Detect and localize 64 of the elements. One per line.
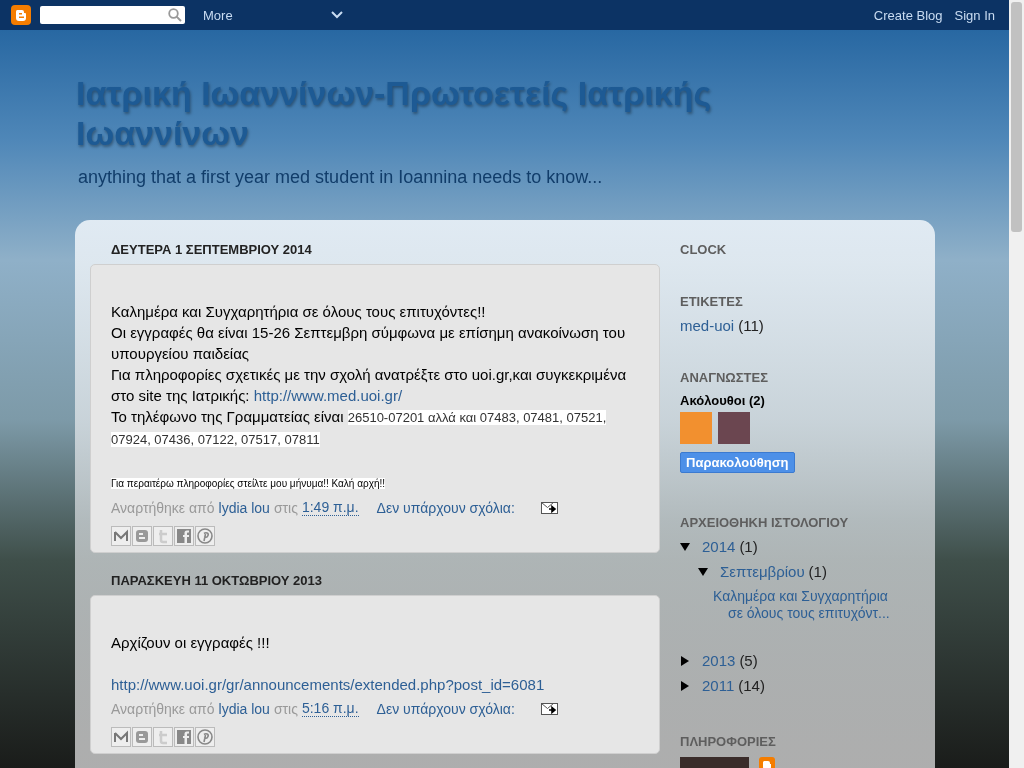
timestamp-link[interactable]: 5:16 π.μ. bbox=[301, 701, 359, 717]
toggle-icon[interactable] bbox=[680, 655, 690, 666]
toggle-icon[interactable] bbox=[698, 566, 708, 577]
email-post-icon[interactable] bbox=[540, 502, 558, 514]
toggle-icon[interactable] bbox=[680, 680, 690, 691]
archive-post-link[interactable]: Καλημέρα και Συγχαρητήρια σε όλους τους επιτυχόντ... bbox=[713, 588, 893, 622]
nav-link[interactable]: Sign In bbox=[954, 7, 995, 23]
follow-button[interactable]: Παρακολούθηση bbox=[680, 452, 795, 473]
pinterest-icon[interactable] bbox=[195, 727, 215, 747]
post-link[interactable]: http://www.med.uoi.gr/ bbox=[253, 387, 403, 404]
blogger-logo-icon[interactable] bbox=[11, 5, 31, 25]
nav-link[interactable]: Create Blog bbox=[873, 7, 943, 23]
more-menu[interactable]: More bbox=[203, 7, 343, 23]
comments-link[interactable]: Δεν υπάρχουν σχόλια: bbox=[376, 498, 515, 518]
post-text: Καλημέρα και Συγχαρητήρια σε όλους τους επιτυχόντες!! bbox=[111, 302, 486, 322]
post-text: Για πληροφορίες σχετικές με την σχολή ανατρέξτε στο uoi.gr,και συγκεκριμένα στο site της Ιατρικής: http://www.med.uoi.gr/ bbox=[111, 365, 628, 406]
email-icon[interactable] bbox=[111, 526, 131, 546]
archive-year-link[interactable]: 2013 bbox=[702, 652, 736, 669]
blogger-icon[interactable] bbox=[132, 727, 152, 747]
archive-count: (1) bbox=[739, 538, 758, 555]
search-icon[interactable] bbox=[168, 8, 182, 22]
byline-text: Αναρτήθηκε από bbox=[111, 700, 215, 719]
followers-label: Ακόλουθοι (2) bbox=[680, 393, 766, 408]
post-text: Για περαιτέρω πληροφορίες στείλτε μου μήνυμα!! Καλή αρχή!! bbox=[111, 477, 386, 491]
post-text: Αρχίζουν οι εγγραφές !!! bbox=[111, 633, 270, 653]
widget-title: ΑΝΑΓΝΩΣΤΕΣ bbox=[680, 370, 769, 385]
pinterest-icon[interactable] bbox=[195, 526, 215, 546]
author-link[interactable]: lydia lou bbox=[218, 699, 270, 719]
post-link[interactable]: http://www.uoi.gr/gr/announcements/extended.php?post_id=6081 bbox=[111, 676, 545, 693]
archive-month-link[interactable]: Σεπτεμβρίου bbox=[720, 563, 805, 580]
widget-title: ΑΡΧΕΙΟΘΗΚΗ ΙΣΤΟΛΟΓΙΟΥ bbox=[680, 515, 850, 530]
widget-title: ΠΛΗΡΟΦΟΡΙΕΣ bbox=[680, 734, 777, 749]
widget-title: CLOCK bbox=[680, 242, 728, 257]
archive-count: (5) bbox=[739, 652, 758, 669]
facebook-icon[interactable] bbox=[174, 526, 194, 546]
label-count: (11) bbox=[738, 317, 764, 334]
post-text: Το τηλέφωνο της Γραμματείας είναι 26510-07201 αλλά και 07483, 07481, 07521, 07924, 07436, 07122, 07517, 07811 bbox=[111, 407, 608, 449]
twitter-icon[interactable] bbox=[153, 526, 173, 546]
archive-year-link[interactable]: 2014 bbox=[702, 538, 736, 555]
author-link[interactable]: lydia lou bbox=[218, 498, 270, 518]
search-field[interactable] bbox=[40, 6, 185, 24]
archive-count: (14) bbox=[738, 677, 765, 694]
date-header: ΠΑΡΑΣΚΕΥΗ 11 ΟΚΤΩΒΡΙΟΥ 2013 bbox=[111, 573, 323, 588]
twitter-icon[interactable] bbox=[153, 727, 173, 747]
blog-description: anything that a first year med student in Ioannina needs to know... bbox=[78, 167, 604, 188]
chevron-down-icon bbox=[331, 11, 343, 19]
post-text: Οι εγγραφές θα είναι 15-26 Σεπτεμβρη σύμφωνα με επίσημη ανακοίνωση του υπουργείου παιδείας bbox=[111, 323, 627, 364]
archive-year-link[interactable]: 2011 bbox=[702, 677, 735, 694]
email-icon[interactable] bbox=[111, 727, 131, 747]
scroll-thumb[interactable] bbox=[1011, 2, 1022, 232]
toggle-icon[interactable] bbox=[680, 541, 690, 552]
comments-link[interactable]: Δεν υπάρχουν σχόλια: bbox=[376, 699, 515, 719]
blogger-icon[interactable] bbox=[132, 526, 152, 546]
timestamp-link[interactable]: 1:49 π.μ. bbox=[301, 500, 359, 516]
byline-text: στις bbox=[273, 499, 298, 518]
scrollbar[interactable] bbox=[1009, 0, 1024, 768]
email-post-icon[interactable] bbox=[540, 703, 558, 715]
widget-title: ΕΤΙΚΕΤΕΣ bbox=[680, 294, 744, 309]
label-link[interactable]: med-uoi bbox=[680, 317, 735, 334]
byline-text: στις bbox=[273, 700, 298, 719]
date-header: ΔΕΥΤΕΡΑ 1 ΣΕΠΤΕΜΒΡΙΟΥ 2014 bbox=[111, 242, 313, 257]
facebook-icon[interactable] bbox=[174, 727, 194, 747]
byline-text: Αναρτήθηκε από bbox=[111, 499, 215, 518]
archive-count: (1) bbox=[808, 563, 827, 580]
